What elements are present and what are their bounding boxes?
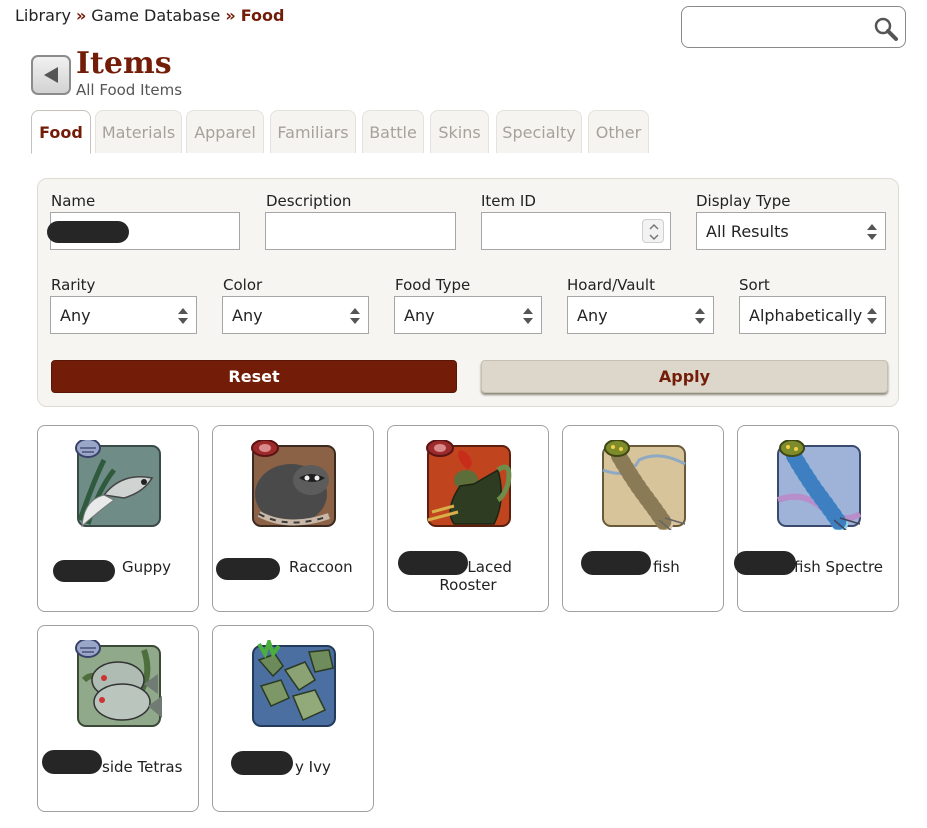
silverfish-icon: [602, 440, 686, 530]
item-name-group: -Laced Rooster: [392, 558, 544, 594]
color-select[interactable]: Any: [222, 296, 369, 334]
item-card[interactable]: fish: [562, 425, 724, 612]
item-name: fish: [653, 558, 680, 576]
ivy-icon: [252, 640, 336, 727]
breadcrumb-separator: »: [225, 6, 236, 25]
item-card[interactable]: Raccoon: [212, 425, 374, 612]
select-arrows-icon: [867, 224, 877, 240]
food-type-label: Food Type: [395, 276, 471, 294]
silverfish-spectre-icon: [776, 440, 862, 530]
apply-button[interactable]: Apply: [481, 360, 888, 393]
breadcrumb-separator: »: [75, 6, 87, 25]
sort-label: Sort: [739, 276, 770, 294]
select-arrows-icon: [350, 308, 360, 324]
item-name: fish Spectre: [794, 558, 884, 576]
filter-panel: Name Description Item ID Display Type Al…: [37, 178, 899, 407]
search-input[interactable]: [690, 15, 870, 39]
item-name: Guppy: [122, 558, 172, 576]
arrow-left-icon: [44, 67, 58, 83]
rarity-value: Any: [60, 305, 91, 325]
breadcrumb-link-library[interactable]: Library: [15, 6, 71, 25]
sort-select[interactable]: Alphabetically: [739, 296, 886, 334]
raccoon-icon: [251, 440, 336, 527]
item-name: side Tetras: [102, 758, 183, 776]
breadcrumb-link-game-database[interactable]: Game Database: [91, 6, 220, 25]
display-type-label: Display Type: [696, 192, 791, 210]
item-card[interactable]: y Ivy: [212, 625, 374, 812]
name-label: Name: [51, 192, 96, 210]
tab-other[interactable]: Other: [588, 110, 649, 153]
reset-button[interactable]: Reset: [51, 360, 457, 393]
hoard-vault-label: Hoard/Vault: [567, 276, 655, 294]
spinner-arrows-icon: [649, 223, 659, 241]
item-name-line2: Rooster: [439, 576, 497, 594]
item-id-field[interactable]: [481, 212, 671, 250]
item-card[interactable]: side Tetras: [37, 625, 199, 812]
item-name: Raccoon: [289, 558, 353, 576]
tab-materials[interactable]: Materials: [95, 110, 182, 153]
select-arrows-icon: [867, 308, 877, 324]
breadcrumb: Library» Game Database» Food: [15, 6, 284, 25]
back-button[interactable]: [31, 55, 71, 95]
select-arrows-icon: [523, 308, 533, 324]
tab-battle[interactable]: Battle: [362, 110, 424, 153]
select-arrows-icon: [695, 308, 705, 324]
item-id-label: Item ID: [481, 192, 536, 210]
color-label: Color: [223, 276, 263, 294]
food-type-value: Any: [404, 305, 435, 325]
tetra-icon: [75, 640, 162, 727]
select-arrows-icon: [178, 308, 188, 324]
item-card[interactable]: Guppy: [37, 425, 199, 612]
rooster-icon: [426, 440, 512, 527]
tab-specialty[interactable]: Specialty: [496, 110, 582, 153]
hoard-vault-value: Any: [577, 305, 608, 325]
page-title: Items: [76, 46, 172, 81]
sort-value: Alphabetically: [749, 305, 863, 325]
hoard-vault-select[interactable]: Any: [567, 296, 714, 334]
search-icon[interactable]: [873, 16, 899, 42]
rarity-select[interactable]: Any: [50, 296, 197, 334]
name-field[interactable]: [47, 212, 240, 250]
redaction-mark: [47, 221, 129, 243]
rarity-label: Rarity: [51, 276, 96, 294]
tab-food[interactable]: Food: [31, 110, 91, 154]
description-field[interactable]: [265, 212, 456, 250]
display-type-value: All Results: [706, 221, 789, 241]
food-type-select[interactable]: Any: [394, 296, 542, 334]
item-name: -Laced: [462, 558, 512, 576]
display-type-select[interactable]: All Results: [696, 212, 886, 250]
item-card[interactable]: -Laced Rooster: [387, 425, 549, 612]
number-spinner[interactable]: [642, 219, 664, 243]
item-card[interactable]: fish Spectre: [734, 425, 899, 612]
fish-icon: [75, 440, 161, 528]
item-name: y Ivy: [295, 758, 331, 776]
breadcrumb-current: Food: [240, 6, 285, 25]
description-label: Description: [266, 192, 352, 210]
tab-skins[interactable]: Skins: [430, 110, 489, 153]
page-subtitle: All Food Items: [76, 81, 183, 99]
color-value: Any: [232, 305, 263, 325]
tab-apparel[interactable]: Apparel: [186, 110, 264, 153]
search-box: [681, 6, 906, 48]
tab-familiars[interactable]: Familiars: [270, 110, 356, 153]
